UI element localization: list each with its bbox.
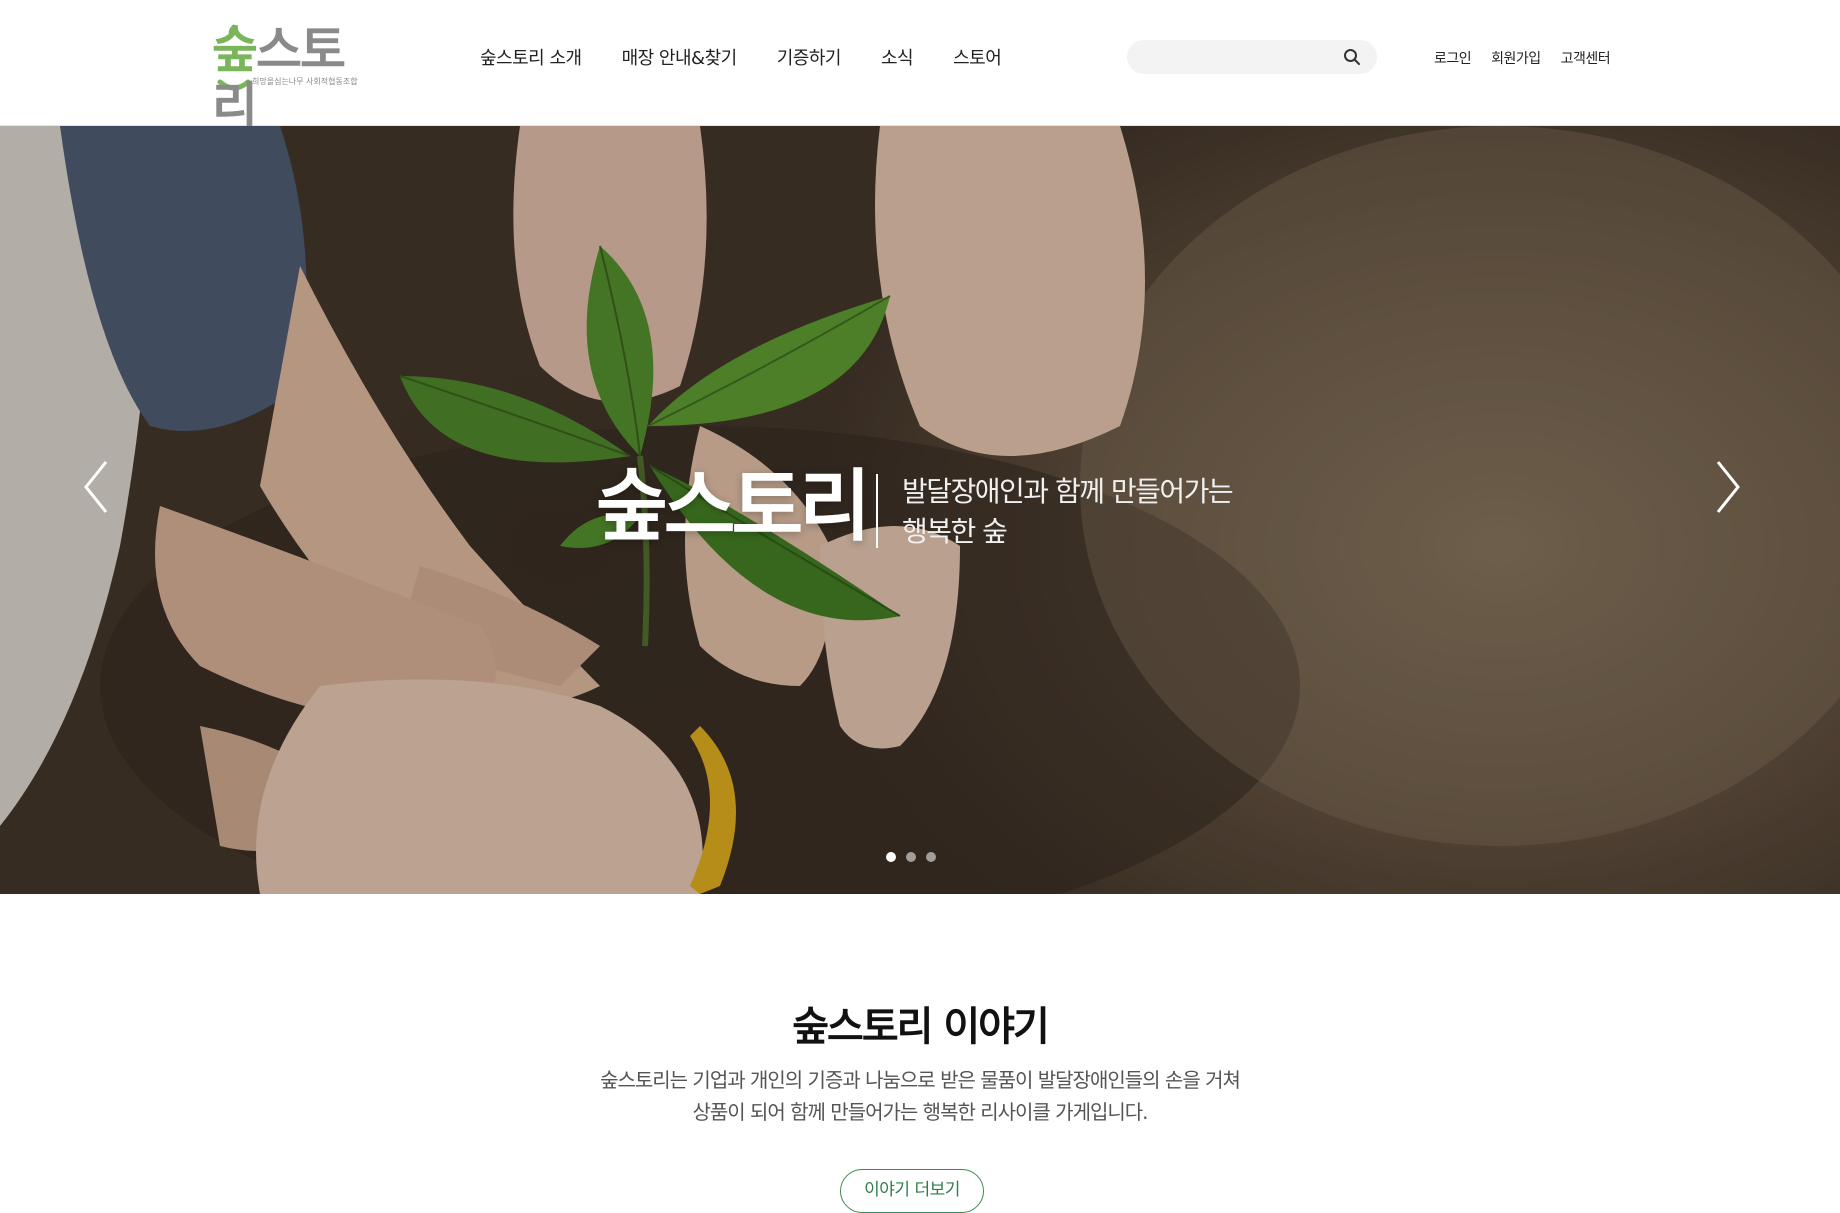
search-icon[interactable] [1343,48,1361,66]
signup-link[interactable]: 회원가입 [1491,48,1541,68]
site-header: 숲스토리 희망을심는나무 사회적협동조합 숲스토리 소개 매장 안내&찾기 기증… [0,0,1840,134]
story-section: 숲스토리 이야기 숲스토리는 기업과 개인의 기증과 나눔으로 받은 물품이 발… [0,894,1840,1213]
nav-item-news[interactable]: 소식 [881,44,914,70]
story-title: 숲스토리 이야기 [792,1004,1050,1050]
story-description: 숲스토리는 기업과 개인의 기증과 나눔으로 받은 물품이 발달장애인들의 손을… [0,1064,1840,1128]
customer-center-link[interactable]: 고객센터 [1561,48,1611,68]
hero-subtitle: 발달장애인과 함께 만들어가는 행복한 숲 [902,472,1234,552]
nav-item-about[interactable]: 숲스토리 소개 [480,44,582,70]
slider-dot-2[interactable] [906,852,916,862]
story-desc-line2: 상품이 되어 함께 만들어가는 행복한 리사이클 가게입니다. [692,1100,1148,1124]
nav-item-store[interactable]: 스토어 [953,44,1002,70]
nav-item-stores[interactable]: 매장 안내&찾기 [622,44,738,70]
slider-dots [886,852,946,862]
slider-next-arrow-icon[interactable] [1706,452,1746,522]
story-desc-line1: 숲스토리는 기업과 개인의 기증과 나눔으로 받은 물품이 발달장애인들의 손을… [600,1068,1241,1092]
login-link[interactable]: 로그인 [1434,48,1472,68]
hero-title: 숲스토리 [596,462,871,552]
slider-prev-arrow-icon[interactable] [78,452,118,522]
hero-subtitle-line2: 행복한 숲 [902,515,1008,548]
nav-item-donate[interactable]: 기증하기 [777,44,842,70]
search-input[interactable] [1143,40,1337,76]
hero-slider: 숲스토리 발달장애인과 함께 만들어가는 행복한 숲 [0,126,1840,894]
logo-subtitle: 희망을심는나무 사회적협동조합 [252,77,358,86]
util-menu: 로그인 회원가입 고객센터 [1434,48,1630,68]
hero-divider [876,474,878,548]
search-box [1127,40,1377,76]
slider-dot-1[interactable] [886,852,896,862]
main-nav: 숲스토리 소개 매장 안내&찾기 기증하기 소식 스토어 [480,44,1041,70]
hero-subtitle-line1: 발달장애인과 함께 만들어가는 [902,475,1234,508]
logo[interactable]: 숲스토리 희망을심는나무 사회적협동조합 [212,20,372,134]
story-more-button[interactable]: 이야기 더보기 [840,1169,984,1213]
slider-dot-3[interactable] [926,852,936,862]
